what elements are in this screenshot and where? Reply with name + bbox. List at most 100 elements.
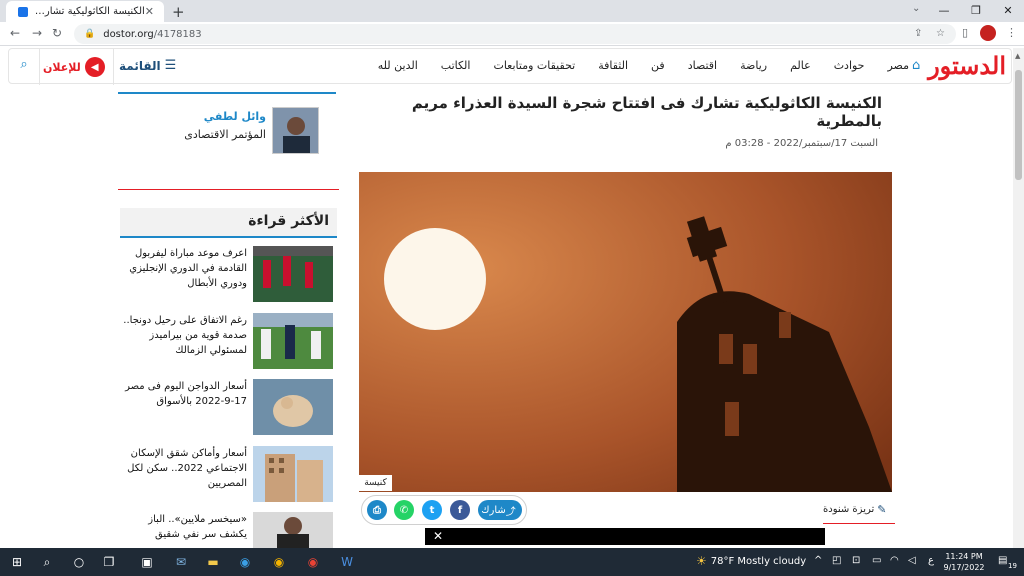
- list-item-text[interactable]: «سيخسر ملايين».. الباز يكشف سر نفي شقيق: [120, 512, 247, 542]
- nav-item-sports[interactable]: رياضة: [740, 59, 767, 72]
- list-item[interactable]: رغم الاتفاق على رحيل دونجا.. صدمة قوية م…: [120, 313, 337, 373]
- language-indicator[interactable]: ع: [928, 555, 934, 566]
- close-tab-icon[interactable]: ✕: [145, 5, 154, 18]
- browser-tab[interactable]: ✕ الكنيسة الكاثوليكية تشارك فى افتتا: [6, 1, 164, 22]
- nav-item-world[interactable]: عالم: [790, 59, 811, 72]
- partly-cloudy-icon: ☀: [696, 554, 707, 568]
- site-header: ⌕ ◀ للإعلان ☰ القائمة مصر حوادث عالم ريا…: [8, 48, 1012, 85]
- list-item-text[interactable]: اعرف موعد مباراة ليفربول القادمة في الدو…: [120, 246, 247, 291]
- app-tray-icon[interactable]: ◰: [832, 555, 841, 566]
- menu-label: القائمة: [119, 58, 161, 73]
- url-path: /4178183: [153, 28, 202, 40]
- clock-date: 9/17/2022: [943, 563, 985, 572]
- chrome-profile-icon[interactable]: ◉: [304, 553, 322, 571]
- volume-icon[interactable]: ◁: [908, 555, 916, 566]
- reload-icon[interactable]: ↻: [52, 26, 62, 40]
- writer-article-title[interactable]: المؤتمر الاقتصادى: [130, 128, 266, 141]
- sidebar-section-head: [118, 84, 336, 94]
- tab-search-icon[interactable]: ⌄: [912, 3, 920, 14]
- list-item-text[interactable]: أسعار الدواجن اليوم فى مصر 17-9-2022 بال…: [120, 379, 247, 409]
- advertise-link[interactable]: ◀ للإعلان: [43, 56, 105, 78]
- bookmark-star-icon[interactable]: ☆: [936, 28, 945, 39]
- list-item-text[interactable]: رغم الاتفاق على رحيل دونجا.. صدمة قوية م…: [120, 313, 247, 358]
- nav-item-economy[interactable]: اقتصاد: [688, 59, 717, 72]
- list-item[interactable]: اعرف موعد مباراة ليفربول القادمة في الدو…: [120, 246, 337, 306]
- file-explorer-icon[interactable]: ▬: [204, 553, 222, 571]
- scroll-thumb[interactable]: [1015, 70, 1022, 180]
- cortana-icon[interactable]: ○: [70, 553, 88, 571]
- nav-item-writer[interactable]: الكاتب: [441, 59, 471, 72]
- search-icon[interactable]: ⌕: [38, 553, 56, 571]
- site-logo[interactable]: الدستور: [928, 51, 1006, 81]
- article-image[interactable]: [359, 172, 892, 492]
- word-icon[interactable]: W: [338, 553, 356, 571]
- task-view-icon[interactable]: ❐: [100, 553, 118, 571]
- most-read-title: الأكثر قراءة: [248, 213, 329, 229]
- taskbar: ⊞ ⌕ ○ ❐ ▣ ✉ ▬ ◉ ◉ ◉ W ☀ 78°F Mostly clou…: [0, 548, 1024, 576]
- close-window-icon[interactable]: ✕: [992, 0, 1024, 22]
- minimize-icon[interactable]: —: [928, 0, 960, 22]
- address-bar: ← → ↻ 🔒 dostor.org /4178183 ⇪ ☆ ▯ ⋮: [0, 22, 1024, 46]
- list-item[interactable]: أسعار وأماكن شقق الإسكان الاجتماعي 2022.…: [120, 446, 337, 506]
- weather-text: 78°F Mostly cloudy: [710, 555, 807, 567]
- most-read-header: الأكثر قراءة: [120, 208, 337, 238]
- profile-avatar[interactable]: [980, 25, 996, 41]
- thumbnail[interactable]: [253, 446, 333, 502]
- facebook-icon[interactable]: f: [450, 500, 470, 520]
- divider: [39, 49, 40, 85]
- writer-name[interactable]: وائل لطفي: [130, 110, 266, 123]
- clock-time: 11:24 PM: [945, 552, 983, 561]
- back-icon[interactable]: ←: [10, 26, 20, 40]
- home-icon[interactable]: ⌂: [912, 58, 920, 73]
- search-icon[interactable]: ⌕: [15, 57, 33, 75]
- new-tab-icon[interactable]: +: [172, 3, 185, 21]
- url-host: dostor.org: [103, 28, 154, 40]
- wifi-icon[interactable]: ◠: [890, 555, 899, 566]
- share-button[interactable]: ⤴ شارك: [478, 500, 522, 520]
- image-caption: كنيسة: [359, 475, 392, 491]
- nav-item-religion[interactable]: الدين لله: [378, 59, 418, 72]
- nav-item-egypt[interactable]: مصر: [887, 59, 909, 72]
- scroll-up-icon[interactable]: ▲: [1015, 52, 1020, 60]
- thumbnail[interactable]: [253, 379, 333, 435]
- writer-photo[interactable]: [272, 107, 319, 154]
- weather-widget[interactable]: ☀ 78°F Mostly cloudy: [696, 554, 806, 568]
- thumbnail[interactable]: [253, 313, 333, 369]
- chrome-icon[interactable]: ◉: [270, 553, 288, 571]
- windows-start-icon[interactable]: ⊞: [8, 553, 26, 571]
- app-tray-icon[interactable]: ⊡: [852, 555, 860, 566]
- url-field[interactable]: 🔒 dostor.org /4178183 ⇪ ☆: [74, 24, 956, 44]
- notifications-icon[interactable]: ▤: [998, 555, 1007, 566]
- maximize-icon[interactable]: ❐: [960, 0, 992, 22]
- nav-item-investigations[interactable]: تحقيقات ومتابعات: [493, 59, 575, 72]
- thumbnail[interactable]: [253, 246, 333, 302]
- share-icon: ⤴: [505, 506, 516, 518]
- list-item[interactable]: أسعار الدواجن اليوم فى مصر 17-9-2022 بال…: [120, 379, 337, 439]
- network-icon[interactable]: ▭: [872, 555, 881, 566]
- clock[interactable]: 11:24 PM 9/17/2022: [938, 551, 990, 573]
- close-ad-icon[interactable]: ✕: [433, 528, 443, 545]
- lock-icon[interactable]: 🔒: [84, 29, 95, 39]
- list-item-text[interactable]: أسعار وأماكن شقق الإسكان الاجتماعي 2022.…: [120, 446, 247, 491]
- print-icon[interactable]: ⎙: [367, 500, 387, 520]
- side-panel-icon[interactable]: ▯: [962, 26, 968, 39]
- article-title: الكنيسة الكاثوليكية تشارك فى افتتاح شجرة…: [411, 94, 882, 130]
- nav-item-culture[interactable]: الثقافة: [598, 59, 628, 72]
- nav-item-accidents[interactable]: حوادث: [834, 59, 865, 72]
- app-icon[interactable]: ▣: [138, 553, 156, 571]
- nav-item-art[interactable]: فن: [651, 59, 665, 72]
- author[interactable]: ✎ تريزة شنودة: [823, 503, 887, 516]
- share-page-icon[interactable]: ⇪: [914, 28, 922, 39]
- page-scrollbar[interactable]: ▲: [1013, 48, 1024, 548]
- tray-chevron-icon[interactable]: ^: [814, 555, 822, 566]
- edge-icon[interactable]: ◉: [236, 553, 254, 571]
- whatsapp-icon[interactable]: ✆: [394, 500, 414, 520]
- writer-avatar-image: [273, 108, 318, 153]
- twitter-icon[interactable]: t: [422, 500, 442, 520]
- forward-icon[interactable]: →: [32, 26, 42, 40]
- main-nav: مصر حوادث عالم رياضة اقتصاد فن الثقافة ت…: [349, 59, 909, 72]
- app-icon[interactable]: ✉: [172, 553, 190, 571]
- browser-menu-icon[interactable]: ⋮: [1006, 26, 1017, 39]
- menu-button[interactable]: ☰ القائمة: [119, 58, 176, 73]
- article-date: السبت 17/سبتمبر/2022 - 03:28 م: [725, 138, 878, 149]
